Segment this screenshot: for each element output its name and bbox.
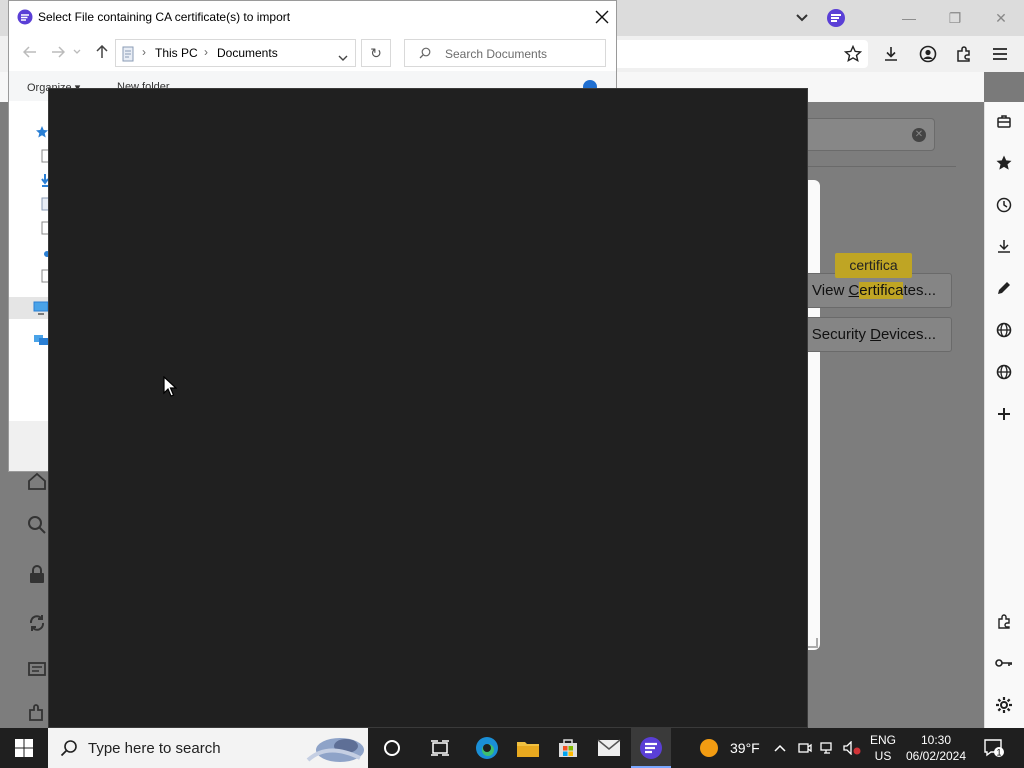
web-panel-globe-icon-2[interactable] <box>993 361 1015 383</box>
weather-temperature[interactable]: 39°F <box>730 740 760 756</box>
notification-center-icon[interactable]: 1 <box>982 736 1006 760</box>
browser-sidebar <box>984 102 1024 728</box>
divider <box>790 166 956 167</box>
breadcrumb-this-pc[interactable]: This PC <box>155 46 198 60</box>
minimize-button[interactable]: — <box>886 0 932 36</box>
dialog-titlebar: Select File containing CA certificate(s)… <box>9 1 616 33</box>
breadcrumb-documents[interactable]: Documents <box>217 46 278 60</box>
language-code: ENG <box>869 733 896 747</box>
notification-count: 1 <box>996 748 1001 758</box>
back-arrow-icon[interactable] <box>21 43 39 61</box>
address-dropdown-chevron-icon[interactable] <box>338 50 348 64</box>
add-panel-plus-icon[interactable] <box>993 403 1015 425</box>
tab-list-chevron-icon[interactable] <box>788 8 816 28</box>
settings-search-input[interactable]: ✕ <box>790 118 935 151</box>
restore-button[interactable]: ❐ <box>932 0 978 36</box>
active-browser-task[interactable] <box>631 728 671 768</box>
microsoft-store-icon[interactable] <box>556 736 580 760</box>
menu-hamburger-icon[interactable] <box>987 42 1013 66</box>
search-documents-input[interactable]: Search Documents <box>404 39 606 67</box>
resize-grip-icon[interactable] <box>808 638 818 648</box>
passwords-key-icon[interactable] <box>993 652 1015 674</box>
downloads-icon[interactable] <box>878 42 904 66</box>
this-pc-selected-row[interactable] <box>9 297 51 319</box>
taskbar-search-box[interactable]: Type here to search <box>48 728 368 768</box>
view-certificates-button[interactable]: View Certificates... <box>790 273 952 308</box>
documents-folder-icon <box>122 46 134 65</box>
taskbar-search-icon <box>60 739 78 760</box>
mouse-cursor-icon <box>163 375 178 398</box>
edge-browser-icon[interactable] <box>475 736 499 760</box>
weather-sun-icon[interactable] <box>697 736 721 760</box>
navigation-pane <box>9 101 53 421</box>
bookmark-star-icon[interactable] <box>840 42 866 66</box>
settings-panel-edge <box>806 180 820 650</box>
refresh-icon[interactable]: ↻ <box>361 39 391 67</box>
dialog-title: Select File containing CA certificate(s)… <box>38 10 291 24</box>
breadcrumb-separator-icon: › <box>204 45 208 59</box>
clock-time: 10:30 <box>920 733 952 747</box>
file-explorer-icon[interactable] <box>516 736 540 760</box>
mail-envelope-icon[interactable] <box>597 736 621 760</box>
breadcrumb-separator-icon: › <box>142 45 146 59</box>
this-pc-computer-icon <box>33 301 49 318</box>
search-icon <box>419 47 431 62</box>
account-icon[interactable] <box>915 42 941 66</box>
sidebar-extensions-icon[interactable] <box>993 610 1015 632</box>
dialog-close-icon[interactable] <box>594 9 610 25</box>
web-panel-globe-icon[interactable] <box>993 319 1015 341</box>
history-clock-icon[interactable] <box>993 194 1015 216</box>
taskbar-search-placeholder: Type here to search <box>88 740 221 757</box>
quick-access-star-icon[interactable] <box>35 125 49 139</box>
tray-overflow-chevron-icon[interactable] <box>770 736 790 760</box>
region-code: US <box>874 749 892 763</box>
dialog-navigation-bar: › This PC › Documents ↻ Search Documents <box>9 35 616 69</box>
windows-taskbar: Type here to search 39°F ENG US 10:30 06… <box>0 728 1024 768</box>
forward-arrow-icon[interactable] <box>49 43 67 61</box>
sidebar-downloads-icon[interactable] <box>993 235 1015 257</box>
notes-pencil-icon[interactable] <box>993 277 1015 299</box>
clock-date: 06/02/2024 <box>905 749 967 763</box>
task-view-icon[interactable] <box>428 736 452 760</box>
system-clock[interactable]: 10:30 06/02/2024 <box>902 732 970 764</box>
url-bar[interactable] <box>610 40 868 68</box>
close-window-button[interactable]: ✕ <box>978 0 1024 36</box>
network-tray-icon[interactable] <box>818 736 838 760</box>
browser-logo-icon <box>639 736 663 763</box>
volume-muted-icon[interactable] <box>842 736 862 760</box>
security-devices-button[interactable]: Security Devices... <box>790 317 952 352</box>
clear-search-icon[interactable]: ✕ <box>912 128 926 142</box>
browser-logo-icon <box>17 9 33 25</box>
toolbox-icon[interactable] <box>993 110 1015 132</box>
bookmarks-star-icon[interactable] <box>993 152 1015 174</box>
unrendered-overlay <box>48 88 808 728</box>
windows-start-icon[interactable] <box>0 728 48 768</box>
settings-gear-icon[interactable] <box>993 694 1015 716</box>
network-icon[interactable] <box>33 333 49 347</box>
recent-locations-chevron-icon[interactable] <box>71 43 83 61</box>
up-arrow-icon[interactable] <box>93 43 111 61</box>
input-language-indicator[interactable]: ENG US <box>866 732 900 764</box>
extensions-icon[interactable] <box>951 42 977 66</box>
address-bar[interactable]: › This PC › Documents <box>115 39 356 67</box>
browser-logo-icon <box>826 8 846 28</box>
search-documents-placeholder: Search Documents <box>445 47 548 61</box>
meet-now-icon[interactable] <box>795 736 815 760</box>
search-highlight-illustration-icon <box>288 728 368 768</box>
cortana-circle-icon[interactable] <box>380 736 404 760</box>
search-match-tooltip: certifica <box>835 253 912 278</box>
